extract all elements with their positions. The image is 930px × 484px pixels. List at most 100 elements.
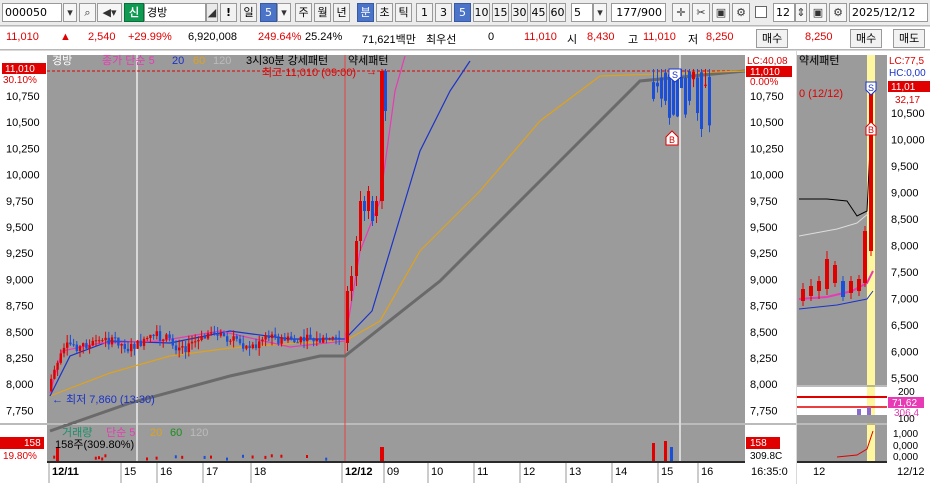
- date-input[interactable]: 2025/12/12: [849, 3, 928, 22]
- candle-body: [380, 71, 384, 201]
- count-input[interactable]: 177/900: [611, 3, 666, 22]
- time-label: 17: [206, 466, 218, 478]
- volume-ma5: 단순 5: [106, 426, 135, 439]
- stock-name[interactable]: 경방: [144, 3, 206, 22]
- volume-bar: [325, 457, 328, 461]
- minute-30[interactable]: 30: [511, 3, 528, 22]
- candle-body: [203, 336, 206, 339]
- candle-body: [168, 334, 171, 339]
- legend-ma20: 20: [172, 55, 184, 67]
- candle-body: [254, 344, 258, 349]
- candle-body: [120, 343, 123, 346]
- period-num-button[interactable]: 5: [260, 3, 277, 22]
- time-label: 16: [701, 466, 713, 478]
- side-count-input[interactable]: 12: [773, 3, 795, 22]
- candle-body: [306, 334, 309, 342]
- tab-month[interactable]: 월: [314, 3, 331, 22]
- side-time-axis-bar: [797, 461, 887, 463]
- minute-3[interactable]: 3: [435, 3, 452, 22]
- candle-body: [66, 342, 69, 348]
- minute-60[interactable]: 60: [549, 3, 566, 22]
- toolbar: 000050 ▾ ⌕ ◀▾ 신 경방 ◢ ! 일 5 ▾ 주 월 년 분 초 틱…: [0, 0, 930, 26]
- candle-body: [75, 344, 78, 351]
- candle-body: [322, 337, 325, 343]
- candle-body: [226, 336, 229, 342]
- candle-body: [334, 337, 338, 339]
- time-label: 14: [615, 466, 627, 478]
- minute-dropdown-icon[interactable]: ▾: [593, 3, 607, 22]
- tab-tick[interactable]: 틱: [395, 3, 412, 22]
- candle-body: [363, 201, 366, 211]
- search-icon[interactable]: ⌕: [79, 3, 96, 22]
- side-candle-body: [849, 281, 853, 293]
- side-vol-tick-1: 1,000: [893, 429, 918, 440]
- candle-body: [101, 340, 104, 342]
- minute-10[interactable]: 10: [473, 3, 490, 22]
- minute-1[interactable]: 1: [416, 3, 433, 22]
- side-buy-button[interactable]: 매수: [850, 29, 883, 48]
- price-tick-left: 8,750: [6, 301, 34, 313]
- side-price-tick: 5,500: [891, 373, 919, 385]
- minute-5[interactable]: 5: [454, 3, 471, 22]
- save-icon[interactable]: ▣: [712, 3, 730, 22]
- candle-body: [328, 338, 331, 340]
- volume-bar: [181, 455, 184, 459]
- side-ind-bar-2: [867, 407, 871, 415]
- main-chart-svg[interactable]: S B 경방 종가 단순 5 20 60 120 3시30분 강세패턴 약세패턴…: [0, 51, 796, 484]
- scissors-icon[interactable]: ✂: [692, 3, 710, 22]
- candle-body: [280, 337, 283, 344]
- candle-body: [238, 338, 242, 344]
- candle-body: [197, 340, 200, 342]
- legend-ma60: 60: [193, 55, 205, 67]
- side-save-icon[interactable]: ▣: [809, 3, 827, 22]
- right-volume-tag-text: 158: [750, 438, 767, 449]
- candle-body: [171, 338, 174, 346]
- candle-body: [312, 338, 315, 342]
- open-price: 8,430: [587, 31, 615, 43]
- volume-bar: [174, 455, 177, 459]
- alert-button[interactable]: !: [220, 3, 237, 22]
- side-ind-tick-1: 200: [898, 387, 915, 398]
- candle-body: [91, 340, 94, 346]
- candle-body: [267, 335, 270, 339]
- side-candle-body: [857, 279, 861, 291]
- candle-body: [261, 339, 264, 342]
- gear-icon[interactable]: ⚙: [732, 3, 750, 22]
- candle-body: [107, 337, 110, 345]
- candle-body: [216, 334, 219, 336]
- minute-input[interactable]: 5: [571, 3, 593, 22]
- side-sell-button[interactable]: 매도: [893, 29, 926, 48]
- buy-button[interactable]: 매수: [756, 29, 789, 48]
- minute-15[interactable]: 15: [492, 3, 509, 22]
- candle-body: [181, 346, 184, 348]
- candle-body: [283, 337, 286, 341]
- code-dropdown-icon[interactable]: ▾: [63, 3, 77, 22]
- side-note: 0 (12/12): [799, 88, 843, 100]
- crosshair-icon[interactable]: ✛: [672, 3, 690, 22]
- tab-year[interactable]: 년: [333, 3, 350, 22]
- candle-body: [652, 82, 655, 99]
- side-checkbox[interactable]: [755, 6, 767, 18]
- low-price: 8,250: [706, 31, 734, 43]
- price-tick-right: 10,750: [750, 91, 784, 103]
- stock-code-input[interactable]: 000050: [2, 3, 62, 22]
- candle-body: [126, 348, 130, 352]
- time-label: 15: [661, 466, 673, 478]
- period-dropdown-icon[interactable]: ▾: [277, 3, 291, 22]
- left-volume-tag-text: 158: [24, 438, 41, 449]
- volume-bar: [251, 455, 254, 459]
- speaker-icon[interactable]: ◀▾: [97, 3, 122, 22]
- candle-body: [146, 338, 149, 340]
- side-chart-svg[interactable]: S B 약세패턴 0 (12/12) LC:77,5 HC:0,00 11,01…: [797, 51, 930, 484]
- minute-45[interactable]: 45: [530, 3, 547, 22]
- high-note: 최고 11,010 (09:00): [262, 66, 356, 79]
- tab-week[interactable]: 주: [295, 3, 312, 22]
- period-day-button[interactable]: 일: [240, 3, 257, 22]
- tab-second[interactable]: 초: [376, 3, 393, 22]
- side-gear-icon[interactable]: ⚙: [829, 3, 847, 22]
- side-candle-body: [825, 259, 829, 289]
- side-spin-icon[interactable]: ⇕: [795, 3, 807, 22]
- volume-bar: [146, 457, 148, 461]
- tab-minute[interactable]: 분: [357, 3, 374, 22]
- candle-body: [309, 334, 312, 339]
